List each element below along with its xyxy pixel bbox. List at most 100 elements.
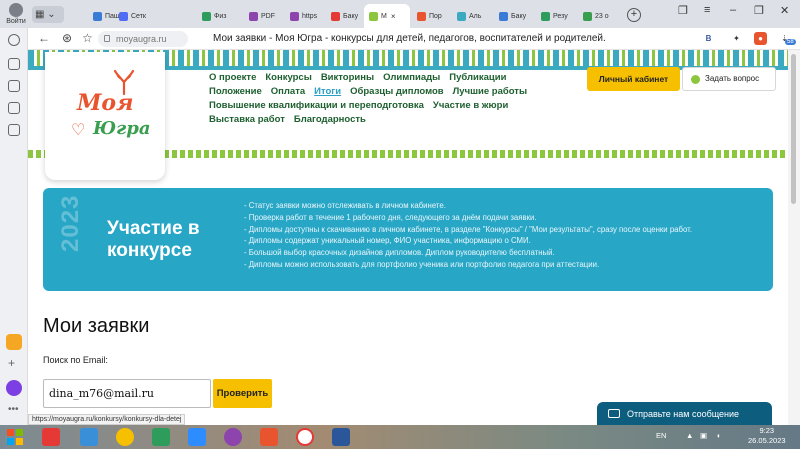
- app-icon[interactable]: [80, 428, 98, 446]
- extension-icon[interactable]: ✦: [730, 32, 743, 45]
- nav-link[interactable]: Положение: [209, 86, 262, 97]
- clock[interactable]: 9:23 26.05.2023: [748, 426, 786, 446]
- volume-icon[interactable]: ◖: [716, 431, 721, 440]
- alice-app-icon[interactable]: [6, 334, 22, 350]
- page-heading: Мои заявки: [43, 315, 150, 337]
- tab-favicon-icon: [457, 11, 466, 21]
- calendar-icon[interactable]: [8, 102, 20, 114]
- adblock-icon[interactable]: ●: [754, 32, 767, 45]
- nav-link[interactable]: Оплата: [271, 86, 305, 97]
- tab-favicon-icon: [249, 11, 258, 21]
- add-icon[interactable]: +: [8, 356, 15, 370]
- zoom-icon[interactable]: [188, 428, 206, 446]
- nav-link[interactable]: Викторины: [321, 72, 374, 83]
- nav-link-active[interactable]: Итоги: [314, 86, 341, 97]
- tab-10[interactable]: Резу: [536, 4, 574, 28]
- nav-link[interactable]: Лучшие работы: [453, 86, 527, 97]
- chat-bubble-icon: [691, 75, 700, 84]
- menu-icon[interactable]: ≡: [704, 4, 710, 16]
- app-icon[interactable]: [224, 428, 242, 446]
- page-title: Мои заявки - Моя Югра - конкурсы для дет…: [213, 33, 606, 44]
- close-tab-icon[interactable]: ×: [391, 12, 396, 21]
- tab-7[interactable]: Пор: [412, 4, 450, 28]
- home-icon[interactable]: ⊛: [62, 31, 72, 45]
- page-scrollbar[interactable]: [788, 50, 800, 425]
- bookmark-icon[interactable]: ❐: [678, 4, 688, 17]
- banner-item: - Дипломы можно использовать для портфол…: [244, 259, 600, 269]
- vk-extension-icon[interactable]: B: [702, 32, 715, 45]
- tray-arrow-icon[interactable]: ▲: [686, 431, 693, 440]
- nav-link[interactable]: О проекте: [209, 72, 256, 83]
- windows-start-icon[interactable]: [6, 428, 24, 446]
- tab-1[interactable]: Сетк: [114, 4, 152, 28]
- word-icon[interactable]: [332, 428, 350, 446]
- tab-manager-button[interactable]: ▦ ⌄: [32, 6, 64, 23]
- nav-link[interactable]: Участие в жюри: [433, 100, 508, 111]
- nav-link[interactable]: Благодарность: [294, 114, 366, 125]
- tab-4[interactable]: https: [285, 4, 323, 28]
- check-button[interactable]: Проверить: [213, 379, 272, 408]
- tab-active[interactable]: М ×: [364, 4, 410, 28]
- tab-2[interactable]: Физ: [197, 4, 235, 28]
- avatar-icon: [9, 3, 23, 17]
- tab-3[interactable]: PDF: [244, 4, 282, 28]
- info-banner: 2023 Участие в конкурсе - Статус заявки …: [43, 188, 773, 291]
- nav-link[interactable]: Олимпиады: [383, 72, 440, 83]
- screenshot-icon[interactable]: [8, 124, 20, 136]
- tab-favicon-icon: [583, 11, 592, 21]
- collections-icon[interactable]: [8, 58, 20, 70]
- restore-icon[interactable]: ❐: [754, 4, 764, 17]
- assistant-icon[interactable]: [6, 380, 22, 396]
- nav-link[interactable]: Выставка работ: [209, 114, 285, 125]
- tab-11[interactable]: 23 о: [578, 4, 616, 28]
- close-window-icon[interactable]: ✕: [780, 4, 789, 17]
- back-icon[interactable]: ←: [38, 31, 50, 45]
- tab-label: М: [381, 12, 387, 20]
- bookmark-star-icon[interactable]: ☆: [82, 31, 93, 45]
- yandex-browser-icon[interactable]: [296, 428, 314, 446]
- tab-9[interactable]: Баку: [494, 4, 532, 28]
- nav-link[interactable]: Публикации: [449, 72, 506, 83]
- nav-row: Выставка работ Благодарность: [209, 112, 589, 126]
- notes-icon[interactable]: [8, 80, 20, 92]
- tab-favicon-icon: [119, 11, 128, 21]
- web-page: Моя ♡ Югра О проекте Конкурсы Викторины …: [28, 50, 788, 425]
- scrollbar-thumb[interactable]: [791, 54, 796, 204]
- ask-question-button[interactable]: Задать вопрос: [682, 67, 776, 91]
- yandex-icon[interactable]: [42, 428, 60, 446]
- tab-label: Аль: [469, 12, 482, 20]
- profile-label: Войти: [6, 18, 26, 25]
- network-icon[interactable]: ▣: [700, 431, 707, 440]
- tab-label: 23 о: [595, 12, 609, 20]
- nav-row: Положение Оплата Итоги Образцы дипломов …: [209, 84, 589, 98]
- nav-link[interactable]: Образцы дипломов: [350, 86, 444, 97]
- tab-8[interactable]: Аль: [452, 4, 490, 28]
- tab-favicon-icon: [417, 11, 426, 21]
- chat-widget[interactable]: Отправьте нам сообщение: [597, 402, 772, 425]
- profile-button[interactable]: Войти: [2, 2, 30, 28]
- address-bar: ← ⊛ ☆ moyaugra.ru Мои заявки - Моя Югра …: [0, 28, 800, 50]
- tab-label: Резу: [553, 12, 568, 20]
- cabinet-button[interactable]: Личный кабинет: [587, 67, 680, 91]
- new-tab-button[interactable]: +: [627, 8, 641, 22]
- site-logo[interactable]: Моя ♡ Югра: [45, 52, 165, 180]
- minimize-icon[interactable]: –: [730, 4, 736, 16]
- utorrent-icon[interactable]: [152, 428, 170, 446]
- nav-link[interactable]: Конкурсы: [265, 72, 311, 83]
- app-icon[interactable]: [260, 428, 278, 446]
- email-field[interactable]: dina_m76@mail.ru: [43, 379, 211, 408]
- clock-time: 9:23: [759, 426, 775, 435]
- tab-5[interactable]: Баку: [326, 4, 364, 28]
- tab-favicon-icon: [202, 11, 211, 21]
- search-label: Поиск по Email:: [43, 355, 108, 365]
- tab-favicon-icon: [93, 11, 102, 21]
- url-field[interactable]: moyaugra.ru: [98, 31, 188, 47]
- app-icon[interactable]: [116, 428, 134, 446]
- history-icon[interactable]: [8, 34, 20, 46]
- language-indicator[interactable]: EN: [656, 431, 666, 440]
- tab-favicon-icon: [369, 11, 378, 21]
- nav-link[interactable]: Повышение квалификации и переподготовка: [209, 100, 424, 111]
- more-icon[interactable]: •••: [8, 404, 19, 415]
- tab-label: Пор: [429, 12, 442, 20]
- logo-text-bottom: Югра: [93, 118, 151, 139]
